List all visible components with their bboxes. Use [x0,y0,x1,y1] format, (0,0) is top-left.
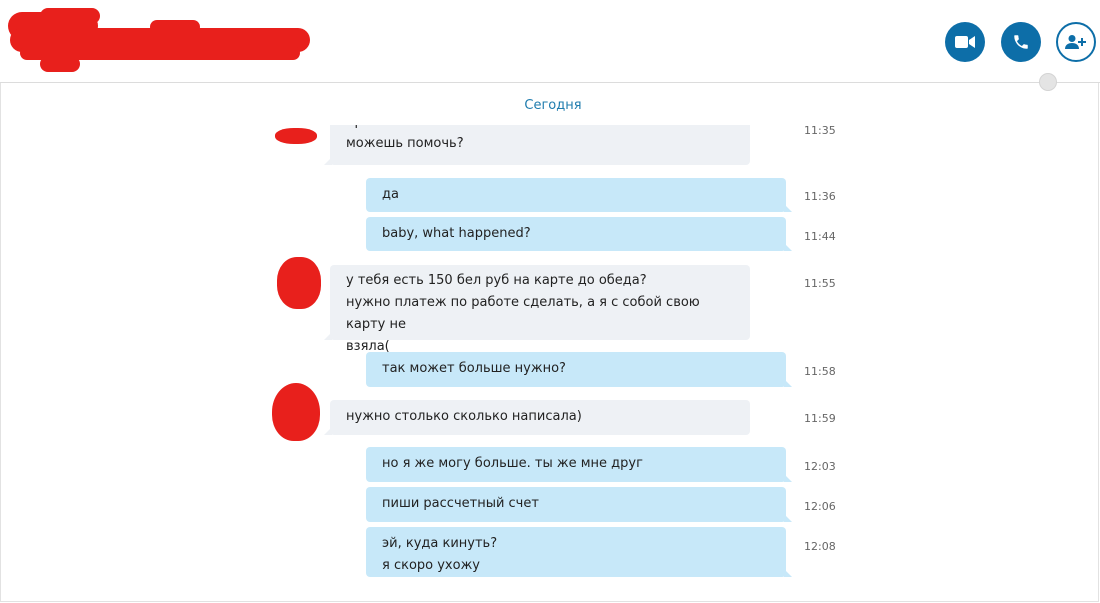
message-line: но я же могу больше. ты же мне друг [382,456,643,471]
message-time: 11:55 [804,277,836,290]
add-people-button[interactable] [1056,22,1096,62]
conversation-header [0,0,1100,83]
outgoing-message: так может больше нужно? [366,352,792,387]
message-time: 11:35 [804,125,836,137]
message-time: 11:44 [804,230,836,243]
message-time: 11:58 [804,365,836,378]
message-time: 12:03 [804,460,836,473]
globe-icon [1039,73,1057,91]
date-separator: Сегодня [524,98,582,113]
redacted-avatar [272,383,320,441]
add-person-icon [1065,35,1086,49]
incoming-message: у тебя есть 150 бел руб на карте до обед… [324,265,750,354]
phone-icon [1014,35,1028,49]
outgoing-message: пиши рассчетный счет [366,487,792,522]
message-line: я скоро ухожу [382,558,480,573]
incoming-message: привет! можешь помочь? [324,125,750,165]
video-call-button[interactable] [945,22,985,62]
audio-call-button[interactable] [1001,22,1041,62]
message-time: 12:08 [804,540,836,553]
redacted-avatar [275,128,317,144]
outgoing-message: эй, куда кинуть? я скоро ухожу [366,527,792,577]
message-line: эй, куда кинуть? [382,536,498,551]
message-line: нужно столько сколько написала) [346,409,582,424]
message-line: так может больше нужно? [382,361,566,376]
message-line: baby, what happened? [382,226,531,241]
message-time: 11:59 [804,412,836,425]
outgoing-message: baby, what happened? [366,217,792,251]
message-line: да [382,187,399,202]
message-line: можешь помочь? [346,136,464,151]
message-line: у тебя есть 150 бел руб на карте до обед… [346,273,647,288]
redacted-avatar [277,257,321,309]
incoming-message: нужно столько сколько написала) [324,400,750,435]
message-line: нужно платеж по работе сделать, а я с со… [346,295,700,332]
message-line: пиши рассчетный счет [382,496,539,511]
message-time: 11:36 [804,190,836,203]
message-time: 12:06 [804,500,836,513]
message-line: привет! [346,125,734,133]
outgoing-message: да [366,178,792,212]
message-list: привет! можешь помочь? 11:35 да 11:36 ba… [0,125,1100,603]
outgoing-message: но я же могу больше. ты же мне друг [366,447,792,482]
video-camera-icon [955,36,975,48]
